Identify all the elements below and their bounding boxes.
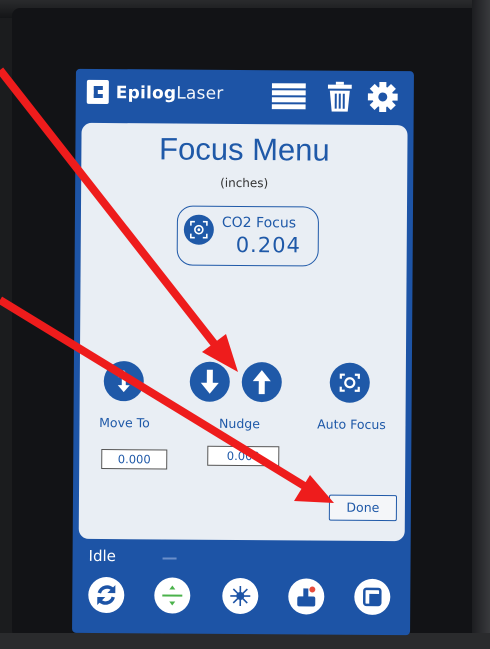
brand-name: EpilogLaser xyxy=(116,83,224,104)
up-down-arrows-icon xyxy=(117,370,130,393)
gear-icon[interactable] xyxy=(367,81,398,112)
arrow-down-icon xyxy=(200,369,219,394)
status-indicator xyxy=(162,557,177,560)
status-text: Idle xyxy=(88,546,116,566)
units-label: (inches) xyxy=(220,175,269,191)
page-title: Focus Menu xyxy=(158,131,330,168)
trash-icon[interactable] xyxy=(327,81,352,112)
device-edge xyxy=(472,0,490,649)
nudge-value-field[interactable]: 0.000 xyxy=(207,445,280,467)
refresh-icon xyxy=(97,585,116,605)
top-bar: EpilogLaser xyxy=(76,69,414,125)
move-to-value-field[interactable]: 0.000 xyxy=(101,449,168,470)
nudge-label: Nudge xyxy=(219,415,260,432)
focus-plane-button[interactable] xyxy=(154,577,191,614)
co2-focus-label: CO2 Focus xyxy=(221,214,297,232)
auto-focus-button[interactable] xyxy=(329,362,370,403)
nudge-down-button[interactable] xyxy=(189,361,230,402)
arrow-up-icon xyxy=(252,370,271,395)
device-base xyxy=(0,633,490,649)
move-to-label: Move To xyxy=(99,414,150,431)
job-run-icon xyxy=(297,586,316,607)
laser-pointer-icon xyxy=(230,585,251,606)
auto-focus-icon xyxy=(339,373,360,392)
focus-target-icon xyxy=(183,214,214,245)
focus-menu-panel: Focus Menu (inches) CO2 Focus 0.204 Move… xyxy=(78,122,408,542)
laser-pointer-button[interactable] xyxy=(222,577,259,615)
auto-focus-label: Auto Focus xyxy=(317,416,386,432)
nudge-up-button[interactable] xyxy=(241,361,282,403)
done-button[interactable]: Done xyxy=(328,494,398,522)
menu-list-icon[interactable] xyxy=(271,81,306,110)
frame-icon xyxy=(363,587,382,607)
epilog-logo-icon xyxy=(86,79,109,105)
touch-screen: EpilogLaser Focus Menu (inches) CO2 Focu… xyxy=(72,68,414,636)
brand-bold: Epilog xyxy=(115,83,177,104)
job-run-button[interactable] xyxy=(288,578,325,615)
co2-focus-value: 0.204 xyxy=(235,232,301,258)
focus-plane-icon xyxy=(162,585,183,606)
brand-light: Laser xyxy=(176,83,224,104)
refresh-button[interactable] xyxy=(88,576,125,614)
move-to-button[interactable] xyxy=(103,361,144,402)
frame-button[interactable] xyxy=(354,578,391,616)
co2-focus-button[interactable]: CO2 Focus 0.204 xyxy=(176,205,320,267)
